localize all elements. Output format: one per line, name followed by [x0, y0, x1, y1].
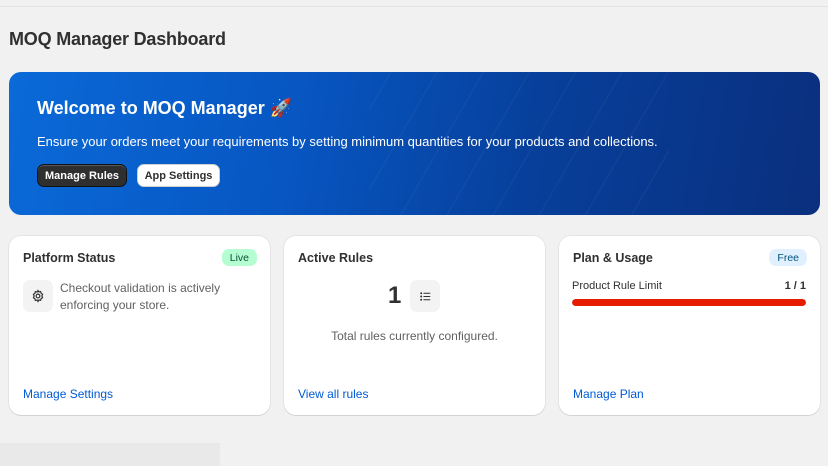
active-rules-card: Active Rules 1 Total rules currently con…	[284, 236, 545, 415]
plan-usage-card: Plan & Usage Free Product Rule Limit 1 /…	[559, 236, 820, 415]
view-all-rules-link[interactable]: View all rules	[298, 387, 368, 401]
gear-icon	[23, 280, 53, 312]
manage-plan-link[interactable]: Manage Plan	[573, 387, 644, 401]
plan-badge: Free	[769, 249, 807, 266]
manage-rules-button[interactable]: Manage Rules	[37, 164, 127, 187]
manage-settings-link[interactable]: Manage Settings	[23, 387, 113, 401]
page-title: MOQ Manager Dashboard	[9, 29, 226, 49]
card-title: Platform Status	[23, 251, 116, 265]
platform-status-card: Platform Status Live Checkout validation…	[9, 236, 270, 415]
card-title: Plan & Usage	[573, 251, 653, 265]
banner-title: Welcome to MOQ Manager 🚀	[37, 98, 293, 118]
rules-caption: Total rules currently configured.	[331, 329, 498, 343]
list-icon	[410, 280, 440, 312]
usage-label: Product Rule Limit	[572, 280, 662, 292]
status-badge: Live	[221, 249, 257, 266]
status-message: Checkout validation is actively enforcin…	[60, 281, 221, 312]
welcome-banner: Welcome to MOQ Manager 🚀 Ensure your ord…	[9, 72, 820, 215]
banner-description: Ensure your orders meet your requirement…	[37, 134, 658, 149]
usage-progress-fill	[572, 299, 806, 306]
top-divider	[0, 6, 828, 7]
usage-progress-bar	[572, 299, 806, 306]
bottom-strip	[0, 443, 220, 466]
card-title: Active Rules	[298, 251, 374, 265]
active-rules-count: 1	[388, 282, 402, 309]
app-settings-button[interactable]: App Settings	[137, 164, 220, 187]
usage-value: 1 / 1	[784, 280, 806, 292]
